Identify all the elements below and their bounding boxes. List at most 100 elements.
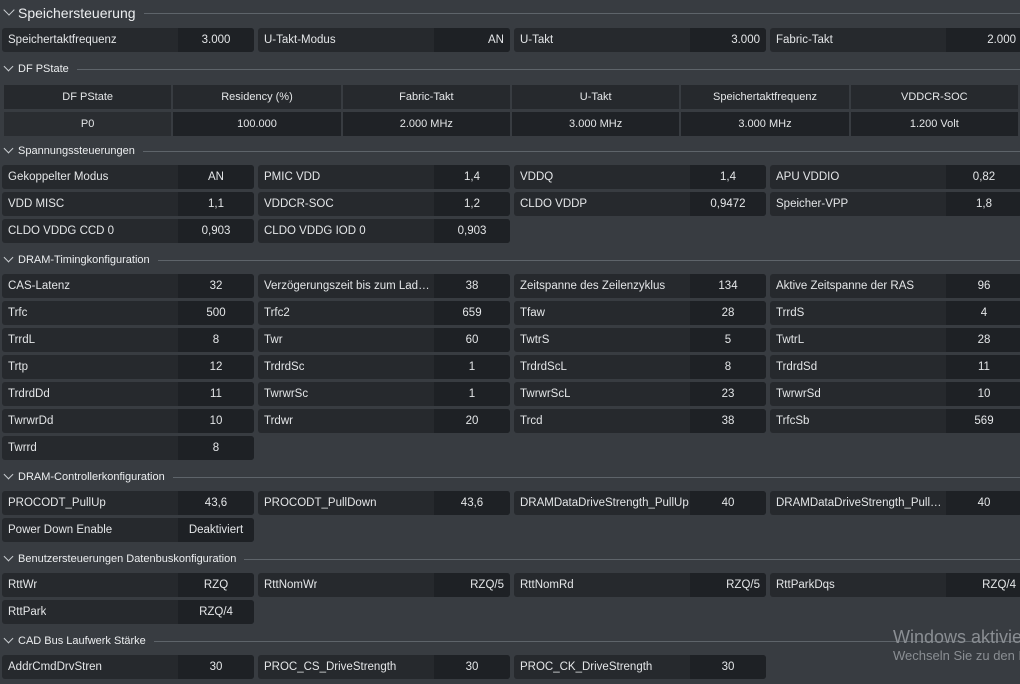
field-value[interactable]: 1 xyxy=(434,382,510,406)
field-value[interactable]: 30 xyxy=(690,655,766,679)
field-apu-vddio[interactable]: APU VDDIO 0,82 xyxy=(770,165,1020,189)
field-value[interactable]: 1,4 xyxy=(434,165,510,189)
field-proc-cs-drivestrength[interactable]: PROC_CS_DriveStrength 30 xyxy=(258,655,510,679)
field-twrwrsd[interactable]: TwrwrSd 10 xyxy=(770,382,1020,406)
field-value[interactable]: 28 xyxy=(946,328,1020,352)
field-value[interactable]: 8 xyxy=(178,436,254,460)
field-procodt-pullup[interactable]: PROCODT_PullUp 43,6 xyxy=(2,491,254,515)
field-twrrd[interactable]: Twrrd 8 xyxy=(2,436,254,460)
field-value[interactable]: 12 xyxy=(178,355,254,379)
field-value[interactable]: 43,6 xyxy=(178,491,254,515)
field-value[interactable]: 0,82 xyxy=(946,165,1020,189)
field-value[interactable]: 11 xyxy=(946,355,1020,379)
field-trfcsb[interactable]: TrfcSb 569 xyxy=(770,409,1020,433)
field-value[interactable]: RZQ xyxy=(178,573,254,597)
field-dramdatadrivestrength-pulldo[interactable]: DRAMDataDriveStrength_PullDo... 40 xyxy=(770,491,1020,515)
field-speichertaktfrequenz[interactable]: Speichertaktfrequenz 3.000 xyxy=(2,28,254,52)
field-speicher-vpp[interactable]: Speicher-VPP 1,8 xyxy=(770,192,1020,216)
field-value[interactable]: RZQ/5 xyxy=(690,573,766,597)
section-header-dram-timingkonfiguration[interactable]: DRAM-Timingkonfiguration xyxy=(0,251,1020,269)
field-value[interactable]: 3.000 xyxy=(690,28,766,52)
field-rttparkdqs[interactable]: RttParkDqs RZQ/4 xyxy=(770,573,1020,597)
field-trdrdsc[interactable]: TrdrdSc 1 xyxy=(258,355,510,379)
section-header-speichersteuerung[interactable]: Speichersteuerung xyxy=(0,4,1020,22)
field-rttnomrd[interactable]: RttNomRd RZQ/5 xyxy=(514,573,766,597)
field-value[interactable]: RZQ/4 xyxy=(178,600,254,624)
chevron-down-icon[interactable] xyxy=(4,636,14,646)
field-value[interactable]: 30 xyxy=(178,655,254,679)
field-value[interactable]: 0,9472 xyxy=(690,192,766,216)
field-value[interactable]: 11 xyxy=(178,382,254,406)
field-cldo-vddg-iod-0[interactable]: CLDO VDDG IOD 0 0,903 xyxy=(258,219,510,243)
field-value[interactable]: RZQ/5 xyxy=(434,573,510,597)
field-twtrl[interactable]: TwtrL 28 xyxy=(770,328,1020,352)
field-pmic-vdd[interactable]: PMIC VDD 1,4 xyxy=(258,165,510,189)
field-fabric-takt[interactable]: Fabric-Takt 2.000 xyxy=(770,28,1020,52)
field-trdrddd[interactable]: TrdrdDd 11 xyxy=(2,382,254,406)
field-vddq[interactable]: VDDQ 1,4 xyxy=(514,165,766,189)
field-value[interactable]: 1,4 xyxy=(690,165,766,189)
field-value[interactable]: 0,903 xyxy=(178,219,254,243)
field-trdrdsd[interactable]: TrdrdSd 11 xyxy=(770,355,1020,379)
field-trrds[interactable]: TrrdS 4 xyxy=(770,301,1020,325)
field-value[interactable]: AN xyxy=(434,28,510,52)
section-header-benutzersteuerungen-datenbuskonfiguration[interactable]: Benutzersteuerungen Datenbuskonfiguratio… xyxy=(0,550,1020,568)
field-value[interactable]: 500 xyxy=(178,301,254,325)
field-trrdl[interactable]: TrrdL 8 xyxy=(2,328,254,352)
chevron-down-icon[interactable] xyxy=(4,255,14,265)
field-value[interactable]: 43,6 xyxy=(434,491,510,515)
field-cldo-vddg-ccd-0[interactable]: CLDO VDDG CCD 0 0,903 xyxy=(2,219,254,243)
chevron-down-icon[interactable] xyxy=(4,472,14,482)
field-value[interactable]: 8 xyxy=(690,355,766,379)
field-procodt-pulldown[interactable]: PROCODT_PullDown 43,6 xyxy=(258,491,510,515)
field-zeitspanne-des-zeilenzyklus[interactable]: Zeitspanne des Zeilenzyklus 134 xyxy=(514,274,766,298)
field-value[interactable]: 40 xyxy=(690,491,766,515)
field-u-takt-modus[interactable]: U-Takt-Modus AN xyxy=(258,28,510,52)
field-gekoppelter-modus[interactable]: Gekoppelter Modus AN xyxy=(2,165,254,189)
field-value[interactable]: 20 xyxy=(434,409,510,433)
field-value[interactable]: 23 xyxy=(690,382,766,406)
field-value[interactable]: 0,903 xyxy=(434,219,510,243)
field-value[interactable]: RZQ/4 xyxy=(946,573,1020,597)
field-value[interactable]: 1,1 xyxy=(178,192,254,216)
field-value[interactable]: 40 xyxy=(946,491,1020,515)
field-tfaw[interactable]: Tfaw 28 xyxy=(514,301,766,325)
field-cldo-vddp[interactable]: CLDO VDDP 0,9472 xyxy=(514,192,766,216)
field-value[interactable]: 38 xyxy=(690,409,766,433)
field-vddcr-soc[interactable]: VDDCR-SOC 1,2 xyxy=(258,192,510,216)
field-value[interactable]: 2.000 xyxy=(946,28,1020,52)
field-twtrs[interactable]: TwtrS 5 xyxy=(514,328,766,352)
field-value[interactable]: 569 xyxy=(946,409,1020,433)
field-u-takt[interactable]: U-Takt 3.000 xyxy=(514,28,766,52)
field-dramdatadrivestrength-pullup[interactable]: DRAMDataDriveStrength_PullUp 40 xyxy=(514,491,766,515)
section-header-spannungssteuerungen[interactable]: Spannungssteuerungen xyxy=(0,142,1020,160)
field-value[interactable]: 60 xyxy=(434,328,510,352)
field-value[interactable]: 3.000 xyxy=(178,28,254,52)
field-trfc[interactable]: Trfc 500 xyxy=(2,301,254,325)
field-value[interactable]: 10 xyxy=(178,409,254,433)
field-twrwrdd[interactable]: TwrwrDd 10 xyxy=(2,409,254,433)
field-value[interactable]: 10 xyxy=(946,382,1020,406)
field-trdwr[interactable]: Trdwr 20 xyxy=(258,409,510,433)
field-value[interactable]: AN xyxy=(178,165,254,189)
field-trtp[interactable]: Trtp 12 xyxy=(2,355,254,379)
chevron-down-icon[interactable] xyxy=(4,146,14,156)
field-rttnomwr[interactable]: RttNomWr RZQ/5 xyxy=(258,573,510,597)
field-twrwrscl[interactable]: TwrwrScL 23 xyxy=(514,382,766,406)
field-twrwrsc[interactable]: TwrwrSc 1 xyxy=(258,382,510,406)
field-value[interactable]: 30 xyxy=(434,655,510,679)
field-trdrdscl[interactable]: TrdrdScL 8 xyxy=(514,355,766,379)
field-value[interactable]: 32 xyxy=(178,274,254,298)
field-trfc2[interactable]: Trfc2 659 xyxy=(258,301,510,325)
chevron-down-icon[interactable] xyxy=(4,64,14,74)
section-header-dram-controllerkonfiguration[interactable]: DRAM-Controllerkonfiguration xyxy=(0,468,1020,486)
field-value[interactable]: 8 xyxy=(178,328,254,352)
field-proc-ck-drivestrength[interactable]: PROC_CK_DriveStrength 30 xyxy=(514,655,766,679)
chevron-down-icon[interactable] xyxy=(4,554,14,564)
field-value[interactable]: 134 xyxy=(690,274,766,298)
field-value[interactable]: 28 xyxy=(690,301,766,325)
field-value[interactable]: 1 xyxy=(434,355,510,379)
field-cas-latenz[interactable]: CAS-Latenz 32 xyxy=(2,274,254,298)
field-value[interactable]: 1,2 xyxy=(434,192,510,216)
section-header-df-pstate[interactable]: DF PState xyxy=(0,60,1020,78)
